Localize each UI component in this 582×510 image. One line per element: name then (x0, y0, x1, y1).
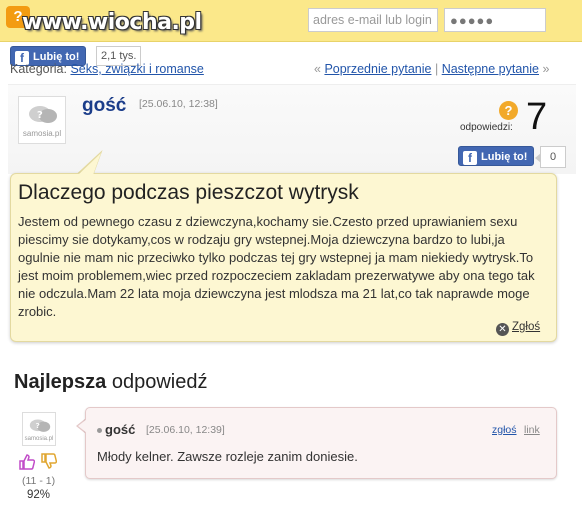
avatar-caption: samosia.pl (24, 436, 54, 442)
watermark-text: www.wiocha.pl (22, 10, 202, 35)
facebook-icon: f (463, 151, 477, 165)
answer-permalink[interactable]: link (524, 424, 540, 436)
site-logo[interactable]: ? www.wiocha.pl (6, 4, 202, 35)
password-input[interactable] (444, 8, 546, 32)
question-title: Dlaczego podczas pieszczot wytrysk (18, 181, 359, 204)
svg-text:?: ? (36, 421, 40, 430)
question-author[interactable]: gość (82, 95, 126, 117)
answer-avatar[interactable]: ? samosia.pl (22, 412, 56, 446)
nav-separator: | (434, 62, 439, 76)
vote-tally: (11 - 1) (22, 475, 56, 487)
avatar-caption: samosia.pl (22, 129, 62, 138)
best-answer-heading-rest: odpowiedź (111, 371, 208, 393)
vote-percent: 92% (27, 489, 51, 501)
like-label: Lubię to! (481, 151, 528, 163)
answers-label: odpowiedzi: (460, 122, 513, 133)
speech-bubble-icon: ? (29, 106, 57, 123)
answer-date: [25.06.10, 12:39] (146, 424, 225, 436)
thumbs-down-icon[interactable] (40, 453, 58, 470)
speech-bubble-icon: ? (29, 419, 51, 432)
report-question-link[interactable]: ✕ Zgłoś (496, 321, 540, 336)
email-login-input[interactable] (308, 8, 438, 32)
category-line: Kategoria: Seks, związki i romanse (10, 62, 204, 76)
prev-arrow: « (314, 62, 321, 76)
status-dot-icon (97, 428, 102, 433)
answer-author[interactable]: gość (105, 422, 135, 437)
answer-box-pointer-inner (78, 419, 87, 433)
next-question-link[interactable]: Następne pytanie (442, 62, 539, 76)
next-arrow: » (542, 62, 550, 76)
like-count-question: 0 (535, 146, 566, 168)
question-body: Jestem od pewnego czasu z dziewczyna,koc… (18, 214, 535, 319)
question-date: [25.06.10, 12:38] (139, 98, 218, 110)
top-bar: ? www.wiocha.pl (0, 0, 582, 42)
svg-text:?: ? (37, 110, 43, 121)
previous-question-link[interactable]: Poprzednie pytanie (324, 62, 431, 76)
best-answer-heading-bold: Najlepsza (14, 371, 107, 393)
question-navigation: « Poprzednie pytanie | Następne pytanie … (314, 62, 549, 76)
category-link[interactable]: Seks, związki i romanse (70, 62, 203, 76)
best-answer-heading: Najlepsza odpowiedź (14, 371, 207, 394)
report-answer-link[interactable]: zgłoś (492, 424, 517, 436)
answer-text: Młody kelner. Zawsze rozleje zanim donie… (97, 449, 358, 464)
close-circle-icon: ✕ (496, 323, 509, 336)
question-avatar[interactable]: ? samosia.pl (18, 96, 66, 144)
thumbs-up-icon[interactable] (18, 453, 36, 470)
question-mark-icon: ? (499, 101, 518, 120)
answers-count: 7 (526, 96, 548, 138)
category-prefix: Kategoria: (10, 62, 67, 76)
report-label: Zgłoś (512, 321, 541, 333)
facebook-like-button-question[interactable]: f Lubię to! (458, 146, 535, 166)
answer-box (85, 407, 557, 479)
